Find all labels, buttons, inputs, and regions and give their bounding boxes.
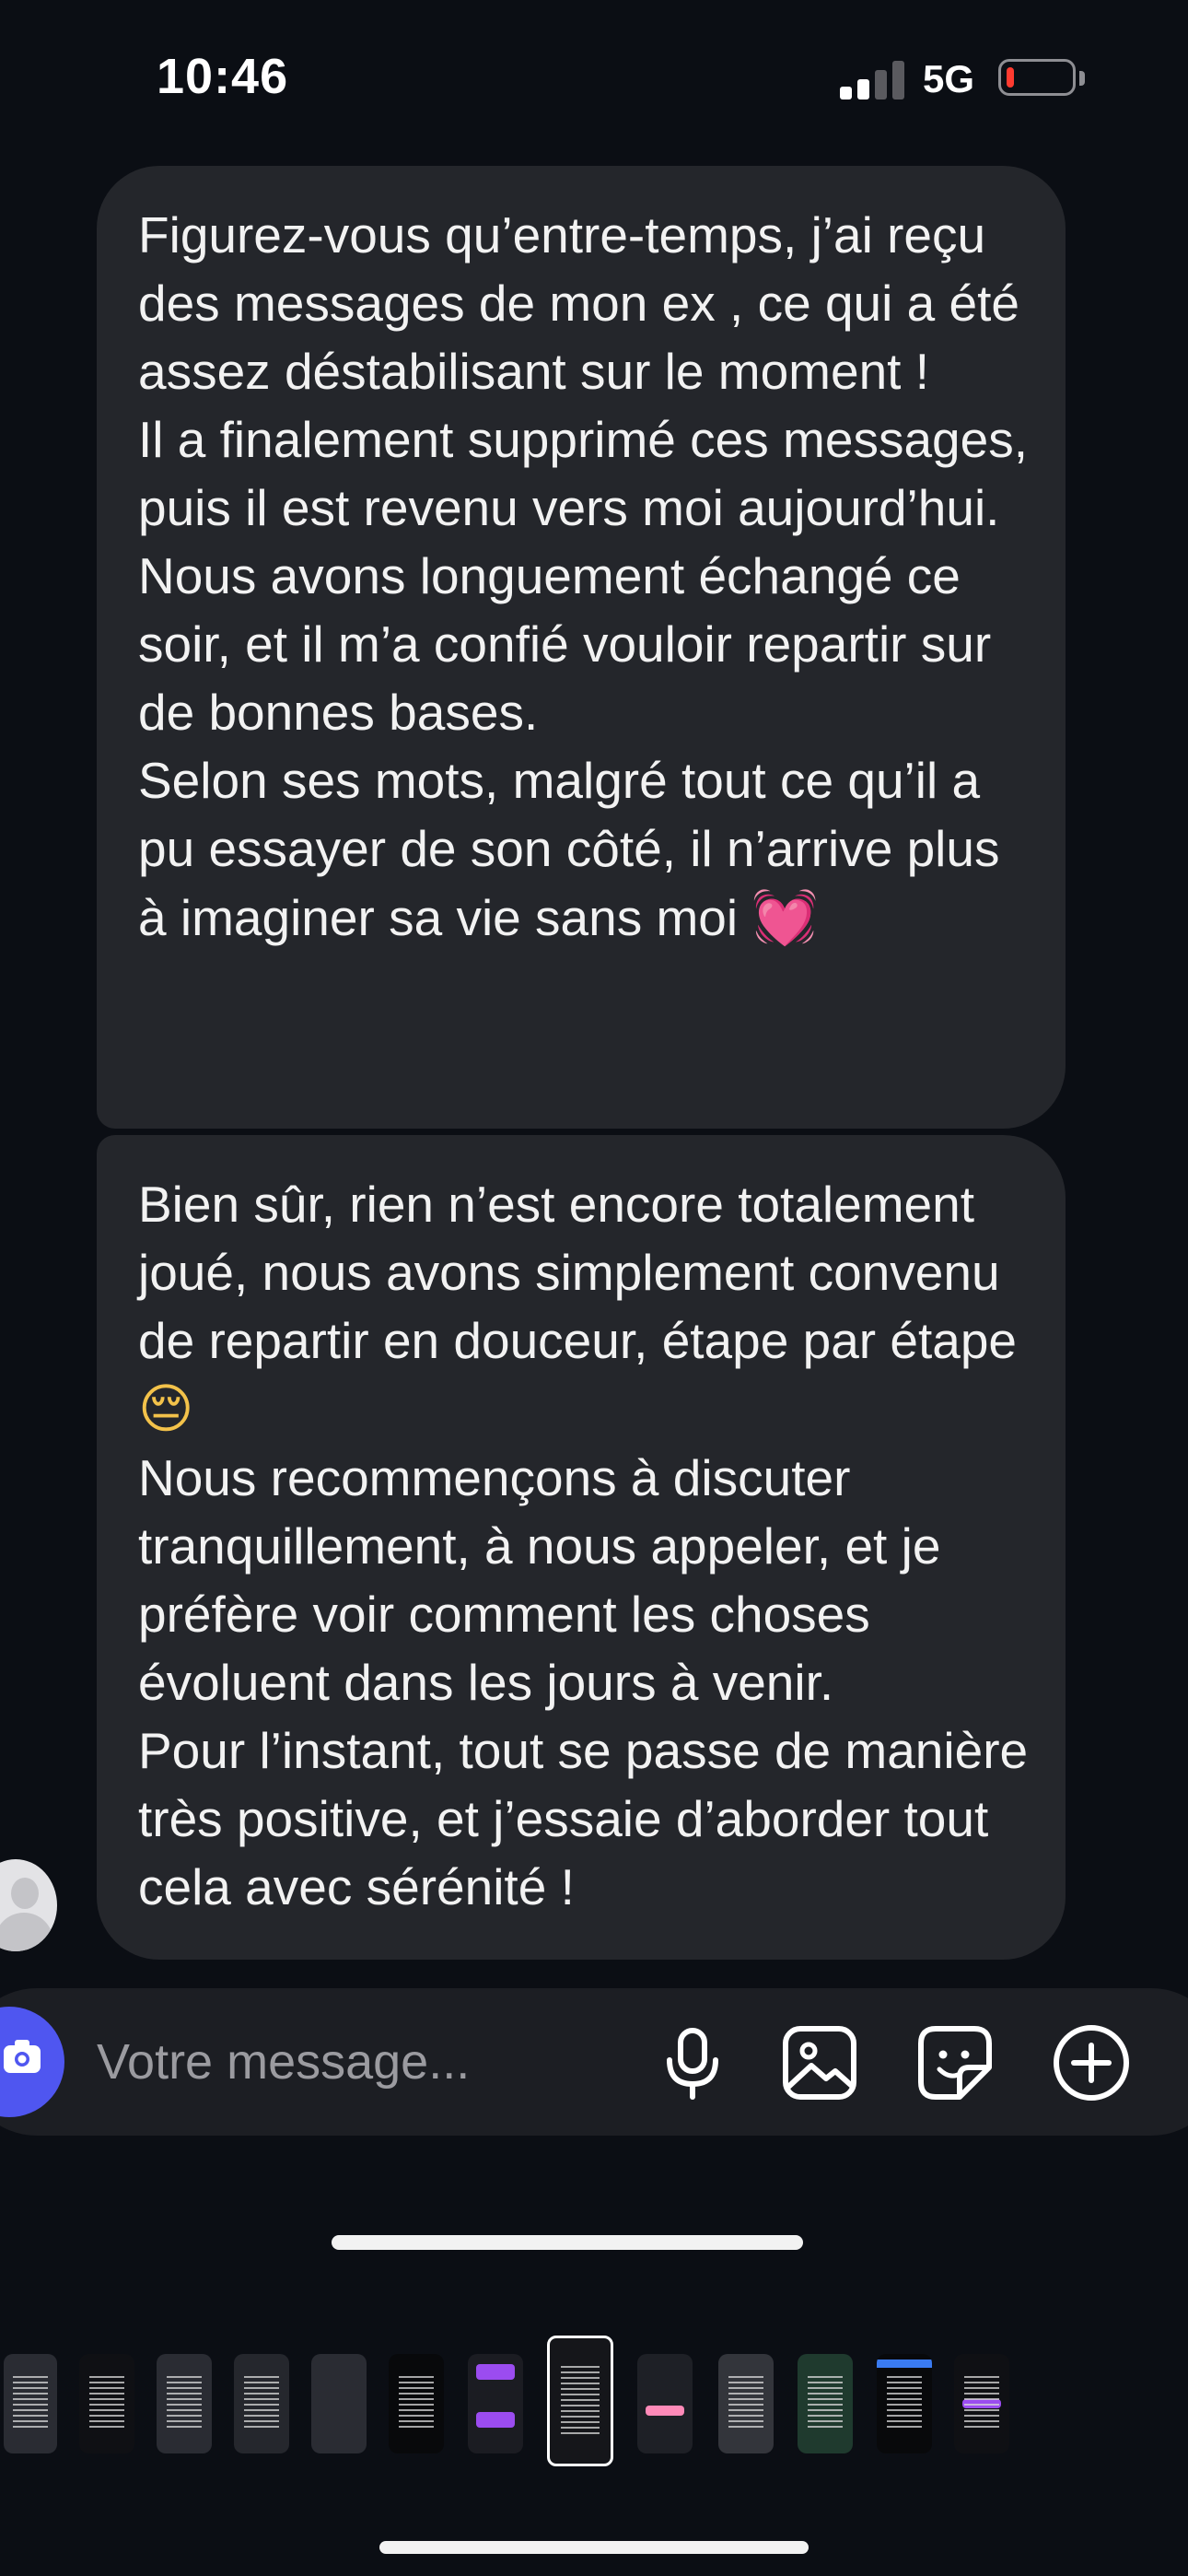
plus-icon [1054,2025,1129,2101]
thumbnail[interactable] [4,2354,57,2453]
thumbnail[interactable] [954,2354,1009,2453]
thumbnail[interactable] [79,2354,134,2453]
sticker-icon [918,2026,992,2100]
battery-icon [998,59,1076,96]
thumbnail[interactable] [157,2354,212,2453]
sticker-button[interactable] [914,2021,996,2104]
clock: 10:46 [157,49,289,104]
image-icon [783,2026,856,2100]
home-indicator-secondary[interactable] [379,2541,809,2554]
thumbnail[interactable] [389,2354,444,2453]
thumbnail[interactable] [798,2354,853,2453]
battery-level [1007,67,1014,88]
thumbnail[interactable] [877,2354,932,2453]
microphone-button[interactable] [651,2021,734,2104]
gallery-button[interactable] [778,2021,861,2104]
network-type: 5G [923,57,975,100]
cellular-signal-icon [840,59,906,100]
message-text: Pour l’instant, tout se passe de manière… [138,1722,1029,1915]
photo-thumbnail-strip [0,2336,1188,2474]
message-input[interactable] [97,2025,612,2099]
home-indicator[interactable] [332,2235,803,2250]
message-bubble[interactable]: Bien sûr, rien n’est encore totalement j… [97,1135,1066,1960]
camera-icon [4,2040,41,2073]
thumbnail[interactable] [637,2354,693,2453]
thumbnail-selected[interactable] [547,2336,613,2466]
message-text: Selon ses mots, malgré tout ce qu’il a p… [138,752,1000,948]
message-text: Figurez-vous qu’entre-temps, j’ai reçu d… [138,206,1019,400]
message-text: Il a finalement supprimé ces messages, p… [138,411,1028,741]
message-text: Nous recommençons à discuter tranquillem… [138,1449,941,1711]
message-bubble[interactable]: Figurez-vous qu’entre-temps, j’ai reçu d… [97,166,1066,1129]
thumbnail[interactable] [234,2354,289,2453]
thumbnail[interactable] [468,2354,523,2453]
microphone-icon [667,2028,718,2100]
pensive-face-emoji-icon: 😔 [138,1377,194,1440]
more-options-button[interactable] [1050,2021,1133,2104]
message-text: Bien sûr, rien n’est encore totalement j… [138,1176,1018,1440]
heart-emoji-icon: 💓 [751,885,819,948]
contact-avatar[interactable] [0,1859,57,1951]
thumbnail[interactable] [718,2354,774,2453]
thumbnail[interactable] [311,2354,367,2453]
status-bar: 10:46 5G [0,0,1188,138]
